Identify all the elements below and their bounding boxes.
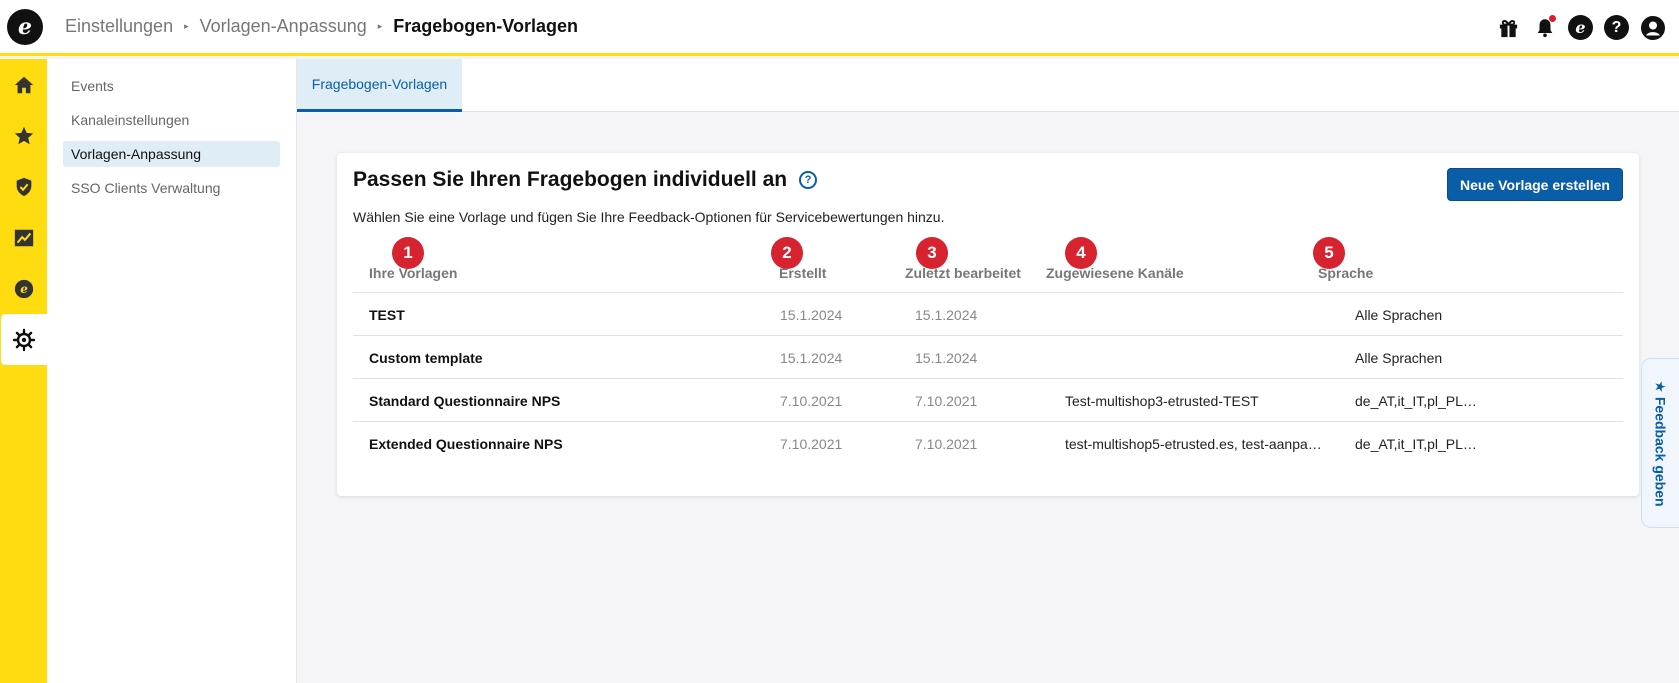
breadcrumb-vorlagen-anpassung[interactable]: Vorlagen-Anpassung <box>200 16 367 37</box>
language: de_AT,it_IT,pl_PL,f... <box>1355 393 1480 409</box>
sidenav-item-vorlagen-anpassung[interactable]: Vorlagen-Anpassung <box>63 141 280 167</box>
language: Alle Sprachen <box>1355 307 1443 323</box>
feedback-tab-label: ★ Feedback geben <box>1653 379 1669 507</box>
etrusted-icon: e <box>14 279 33 298</box>
etrusted-logo[interactable]: e <box>7 8 43 45</box>
main-nav-rail: e <box>0 59 47 683</box>
column-header-vorlagen[interactable]: Ihre Vorlagen <box>369 265 457 281</box>
assigned-channels: Test-multishop3-etrusted-TEST <box>1065 393 1259 409</box>
home-icon <box>14 76 33 93</box>
created-date: 15.1.2024 <box>780 307 843 323</box>
card-subtitle: Wählen Sie eine Vorlage und fügen Sie Ih… <box>353 209 945 225</box>
table-row[interactable]: Custom template 15.1.2024 15.1.2024 Alle… <box>353 336 1623 379</box>
sidenav-item-kanaleinstellungen[interactable]: Kanaleinstellungen <box>63 107 280 133</box>
rail-home[interactable] <box>0 59 47 110</box>
column-header-erstellt[interactable]: Erstellt <box>779 265 826 281</box>
column-header-sprache[interactable]: Sprache <box>1318 265 1373 281</box>
rail-trustbadge[interactable] <box>0 161 47 212</box>
card-title: Passen Sie Ihren Fragebogen individuell … <box>353 168 818 192</box>
breadcrumb-current: Fragebogen-Vorlagen <box>393 16 578 36</box>
created-date: 15.1.2024 <box>780 350 843 366</box>
gift-icon[interactable] <box>1496 15 1521 40</box>
help-circle-icon[interactable]: ? <box>799 171 818 189</box>
breadcrumb-separator-icon: ▸ <box>377 21 383 31</box>
template-name[interactable]: TEST <box>369 307 749 323</box>
card-title-text: Passen Sie Ihren Fragebogen individuell … <box>353 168 788 191</box>
edited-date: 7.10.2021 <box>915 436 978 452</box>
rail-settings[interactable] <box>1 314 47 365</box>
assigned-channels: test-multishop5-etrusted.es, test-aanpas… <box>1065 436 1325 452</box>
star-icon <box>14 126 33 144</box>
chart-icon <box>14 229 33 246</box>
created-date: 7.10.2021 <box>780 436 843 452</box>
breadcrumb-einstellungen[interactable]: Einstellungen <box>65 16 173 37</box>
etrusted-icon[interactable]: e <box>1568 15 1593 40</box>
bell-icon[interactable] <box>1532 15 1557 40</box>
template-name[interactable]: Custom template <box>369 350 749 366</box>
feedback-tab[interactable]: ★ Feedback geben <box>1641 358 1679 528</box>
sidenav-item-events[interactable]: Events <box>63 73 280 99</box>
rail-etrusted[interactable]: e <box>0 263 47 314</box>
sidenav-item-sso-clients[interactable]: SSO Clients Verwaltung <box>63 175 280 201</box>
table-row[interactable]: Extended Questionnaire NPS 7.10.2021 7.1… <box>353 422 1623 465</box>
notification-dot <box>1549 15 1556 22</box>
breadcrumb: Einstellungen ▸ Vorlagen-Anpassung ▸ Fra… <box>65 16 578 37</box>
table-row[interactable]: TEST 15.1.2024 15.1.2024 Alle Sprachen <box>353 293 1623 336</box>
column-header-kanaele[interactable]: Zugewiesene Kanäle <box>1046 265 1184 281</box>
rail-analytics[interactable] <box>0 212 47 263</box>
edited-date: 15.1.2024 <box>915 307 978 323</box>
settings-sidenav: Events Kanaleinstellungen Vorlagen-Anpas… <box>47 59 297 683</box>
templates-table: 1 2 3 4 5 Ihre Vorlagen Erstellt Zuletzt… <box>353 237 1623 465</box>
table-header: 1 2 3 4 5 Ihre Vorlagen Erstellt Zuletzt… <box>353 237 1623 293</box>
column-header-zuletzt-bearbeitet[interactable]: Zuletzt bearbeitet <box>905 265 1021 281</box>
edited-date: 7.10.2021 <box>915 393 978 409</box>
template-name[interactable]: Extended Questionnaire NPS <box>369 436 749 452</box>
table-row[interactable]: Standard Questionnaire NPS 7.10.2021 7.1… <box>353 379 1623 422</box>
templates-card: Passen Sie Ihren Fragebogen individuell … <box>337 153 1639 496</box>
shield-check-icon <box>16 177 31 196</box>
created-date: 7.10.2021 <box>780 393 843 409</box>
new-template-button[interactable]: Neue Vorlage erstellen <box>1447 168 1623 201</box>
tab-bar: Fragebogen-Vorlagen <box>297 59 1679 112</box>
breadcrumb-separator-icon: ▸ <box>184 21 189 31</box>
tab-fragebogen-vorlagen[interactable]: Fragebogen-Vorlagen <box>297 59 462 112</box>
user-icon[interactable] <box>1640 15 1665 40</box>
template-name[interactable]: Standard Questionnaire NPS <box>369 393 749 409</box>
help-icon[interactable]: ? <box>1604 15 1629 40</box>
top-bar: e Einstellungen ▸ Vorlagen-Anpassung ▸ F… <box>0 0 1679 56</box>
rail-reviews[interactable] <box>0 110 47 161</box>
language: de_AT,it_IT,pl_PL,f... <box>1355 436 1480 452</box>
edited-date: 15.1.2024 <box>915 350 978 366</box>
gear-icon <box>12 328 36 351</box>
top-actions: e ? <box>1496 15 1665 40</box>
svg-text:e: e <box>20 282 28 296</box>
language: Alle Sprachen <box>1355 350 1443 366</box>
